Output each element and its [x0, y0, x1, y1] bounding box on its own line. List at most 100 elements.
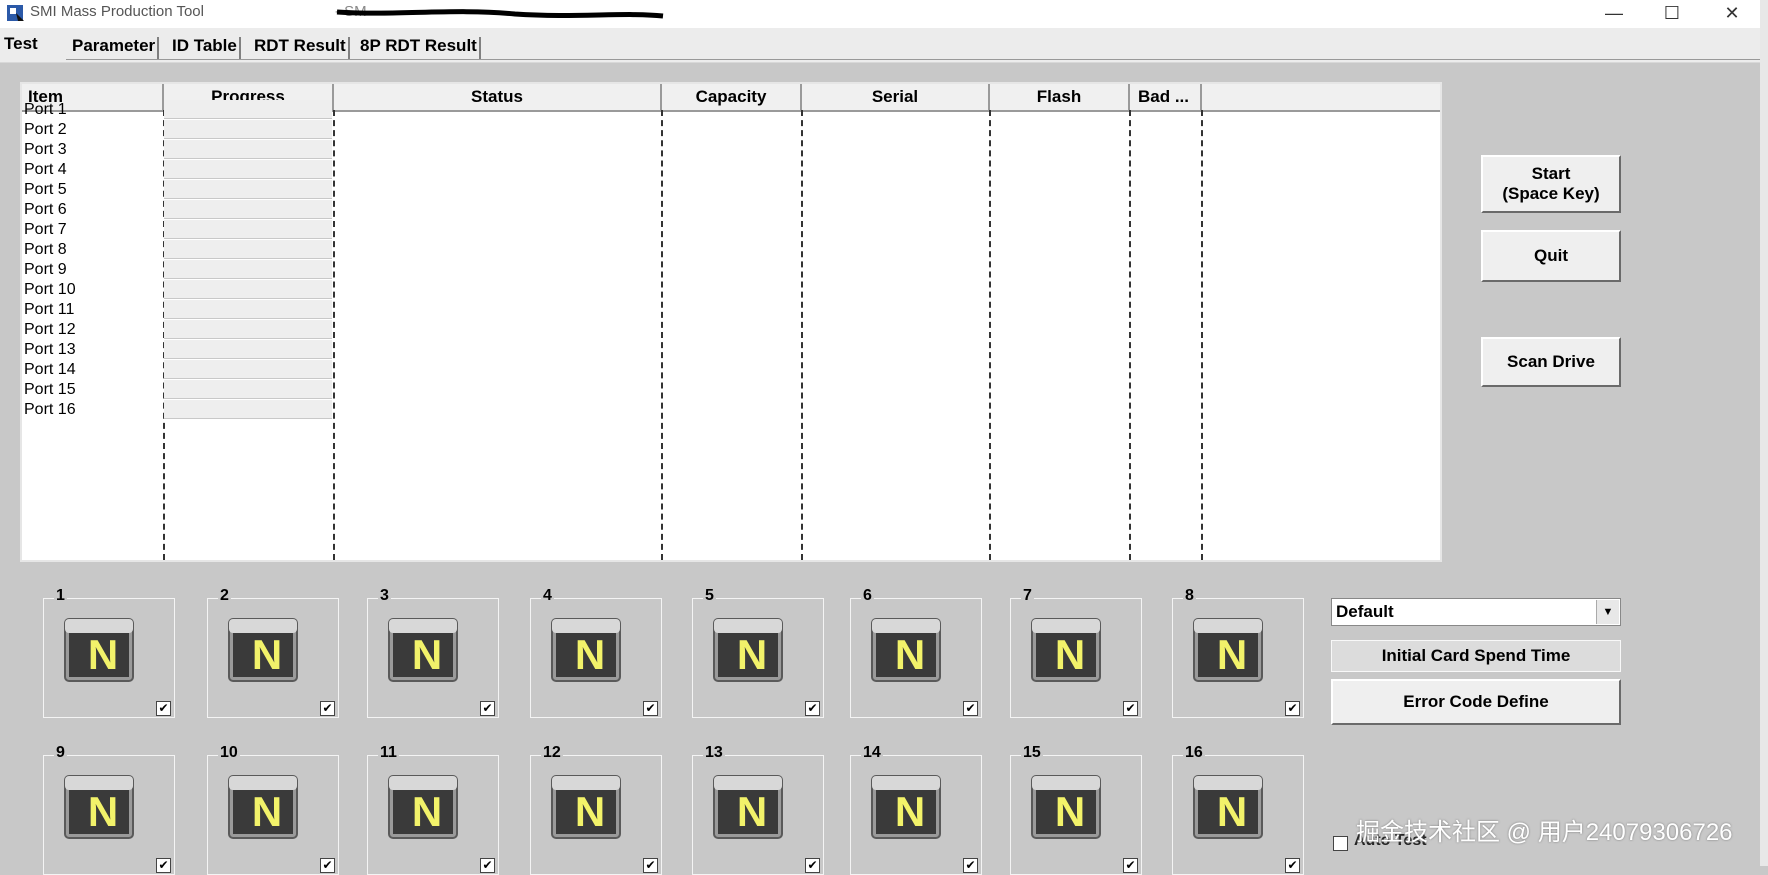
progress-bar — [164, 280, 332, 299]
port-enable-checkbox[interactable]: ✔ — [805, 701, 820, 716]
drive-status-icon: N — [1193, 775, 1263, 839]
row-port-label: Port 14 — [24, 361, 76, 378]
port-number: 2 — [218, 587, 231, 605]
tab-8p-rdt-result[interactable]: 8P RDT Result — [360, 34, 481, 59]
tab-label: ID Table — [172, 36, 237, 55]
minimize-button[interactable]: — — [1586, 0, 1642, 28]
table-row[interactable]: Port 7 — [22, 220, 1440, 240]
svg-text:N: N — [737, 788, 767, 835]
port-enable-checkbox[interactable]: ✔ — [963, 701, 978, 716]
app-icon — [7, 5, 24, 21]
port-panel: 7 N ✔ — [1010, 587, 1142, 718]
quit-button[interactable]: Quit — [1481, 230, 1621, 282]
tab-divider — [66, 59, 1760, 60]
table-row[interactable]: Port 16 — [22, 400, 1440, 420]
svg-text:N: N — [412, 788, 442, 835]
start-button[interactable]: Start (Space Key) — [1481, 155, 1621, 213]
drive-status-icon: N — [228, 618, 298, 682]
row-port-label: Port 3 — [24, 141, 67, 158]
table-row[interactable]: Port 11 — [22, 300, 1440, 320]
port-panel: 2 N ✔ — [207, 587, 339, 718]
svg-text:N: N — [737, 631, 767, 678]
start-button-hint: (Space Key) — [1502, 184, 1600, 203]
progress-bar — [164, 320, 332, 339]
row-port-label: Port 12 — [24, 321, 76, 338]
svg-text:N: N — [88, 788, 118, 835]
table-row[interactable]: Port 3 — [22, 140, 1440, 160]
tab-rdt-result[interactable]: RDT Result — [254, 34, 350, 59]
drive-status-icon: N — [871, 618, 941, 682]
window-title: SMI Mass Production Tool — [30, 3, 204, 20]
progress-bar — [164, 340, 332, 359]
port-list-table[interactable]: Item Progress Status Capacity Serial Fla… — [20, 82, 1442, 562]
scan-drive-button[interactable]: Scan Drive — [1481, 337, 1621, 387]
port-number: 8 — [1183, 587, 1196, 605]
table-row[interactable]: Port 15 — [22, 380, 1440, 400]
port-number: 6 — [861, 587, 874, 605]
port-panel: 10 N ✔ — [207, 744, 339, 875]
maximize-button[interactable]: ☐ — [1644, 0, 1700, 28]
table-row[interactable]: Port 10 — [22, 280, 1440, 300]
progress-bar — [164, 380, 332, 399]
error-code-define-button[interactable]: Error Code Define — [1331, 679, 1621, 725]
table-row[interactable]: Port 6 — [22, 200, 1440, 220]
table-row[interactable]: Port 2 — [22, 120, 1440, 140]
progress-bar — [164, 120, 332, 139]
drive-status-icon: N — [1031, 775, 1101, 839]
table-row[interactable]: Port 1 — [22, 100, 1440, 120]
drive-status-icon: N — [551, 775, 621, 839]
redaction-mark — [336, 9, 664, 19]
port-panel: 14 N ✔ — [850, 744, 982, 875]
table-row[interactable]: Port 12 — [22, 320, 1440, 340]
row-port-label: Port 13 — [24, 341, 76, 358]
table-row[interactable]: Port 5 — [22, 180, 1440, 200]
port-enable-checkbox[interactable]: ✔ — [320, 701, 335, 716]
port-number: 4 — [541, 587, 554, 605]
svg-text:N: N — [895, 788, 925, 835]
drive-status-icon: N — [64, 775, 134, 839]
chevron-down-icon[interactable]: ▼ — [1596, 600, 1619, 624]
window-edge — [1760, 0, 1768, 866]
tab-id-table[interactable]: ID Table — [172, 34, 241, 59]
port-number: 16 — [1183, 744, 1205, 762]
port-enable-checkbox[interactable]: ✔ — [1285, 701, 1300, 716]
svg-text:N: N — [1217, 631, 1247, 678]
port-number: 13 — [703, 744, 725, 762]
port-number: 3 — [378, 587, 391, 605]
drive-status-icon: N — [1193, 618, 1263, 682]
svg-text:N: N — [575, 788, 605, 835]
progress-bar — [164, 360, 332, 379]
port-panel: 8 N ✔ — [1172, 587, 1304, 718]
port-enable-checkbox[interactable]: ✔ — [1123, 701, 1138, 716]
port-number: 9 — [54, 744, 67, 762]
tab-parameter[interactable]: Parameter — [72, 34, 160, 59]
port-number: 5 — [703, 587, 716, 605]
port-panel: 9 N ✔ — [43, 744, 175, 875]
row-port-label: Port 1 — [24, 101, 67, 118]
progress-bar — [164, 140, 332, 159]
port-panel: 11 N ✔ — [367, 744, 499, 875]
table-row[interactable]: Port 4 — [22, 160, 1440, 180]
row-port-label: Port 16 — [24, 401, 76, 418]
tab-label: 8P RDT Result — [360, 36, 477, 55]
port-enable-checkbox[interactable]: ✔ — [156, 701, 171, 716]
preset-dropdown[interactable]: Default ▼ — [1331, 598, 1621, 626]
table-row[interactable]: Port 14 — [22, 360, 1440, 380]
table-row[interactable]: Port 13 — [22, 340, 1440, 360]
row-port-label: Port 5 — [24, 181, 67, 198]
tab-label: RDT Result — [254, 36, 346, 55]
svg-text:N: N — [252, 788, 282, 835]
auto-test-checkbox[interactable] — [1333, 836, 1348, 851]
port-enable-checkbox[interactable]: ✔ — [643, 701, 658, 716]
progress-bar — [164, 200, 332, 219]
port-number: 14 — [861, 744, 883, 762]
row-port-label: Port 15 — [24, 381, 76, 398]
table-row[interactable]: Port 8 — [22, 240, 1440, 260]
drive-status-icon: N — [713, 775, 783, 839]
close-button[interactable]: ✕ — [1704, 0, 1760, 28]
port-number: 10 — [218, 744, 240, 762]
port-enable-checkbox[interactable]: ✔ — [480, 701, 495, 716]
tab-test[interactable]: Test — [4, 32, 38, 56]
progress-bar — [164, 240, 332, 259]
table-row[interactable]: Port 9 — [22, 260, 1440, 280]
